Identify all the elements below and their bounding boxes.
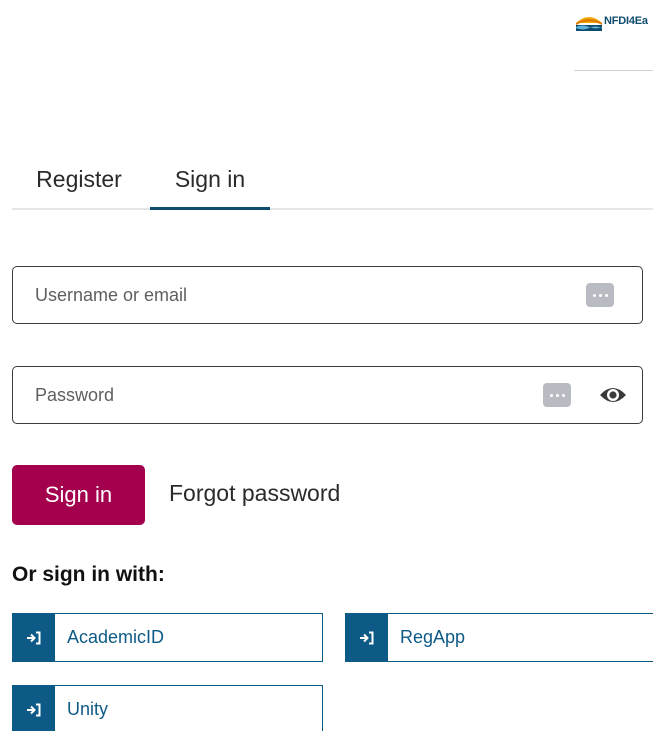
sign-in-arrow-icon [13, 614, 55, 661]
provider-regapp-button[interactable]: RegApp [345, 613, 653, 662]
sign-in-arrow-icon [346, 614, 388, 661]
tab-register[interactable]: Register [22, 150, 136, 208]
provider-unity-button[interactable]: Unity [12, 685, 323, 731]
provider-academicid-button[interactable]: AcademicID [12, 613, 323, 662]
logo-text: NFDI4Ea [604, 15, 648, 27]
tab-sign-in[interactable]: Sign in [150, 150, 270, 210]
password-input[interactable] [35, 367, 515, 423]
sign-in-arrow-icon [13, 686, 55, 731]
sign-in-button[interactable]: Sign in [12, 465, 145, 525]
site-logo[interactable]: NFDI4Ea [576, 8, 653, 34]
login-page: NFDI4Ea Register Sign in Sign in Forgot … [0, 0, 653, 731]
header-divider [574, 70, 653, 71]
auth-tabs: Register Sign in [12, 150, 653, 210]
password-manager-icon[interactable] [586, 283, 614, 307]
provider-label: RegApp [400, 627, 466, 647]
username-field-container [12, 266, 643, 324]
password-field-container [12, 366, 643, 424]
eye-icon[interactable] [598, 384, 628, 406]
alternative-sign-in-heading: Or sign in with: [12, 563, 165, 586]
provider-label: Unity [67, 699, 109, 719]
username-input[interactable] [35, 267, 515, 323]
nfdi4earth-logo-icon [576, 17, 602, 31]
forgot-password-link[interactable]: Forgot password [169, 480, 340, 507]
password-manager-icon[interactable] [543, 383, 571, 407]
provider-label: AcademicID [67, 627, 165, 647]
